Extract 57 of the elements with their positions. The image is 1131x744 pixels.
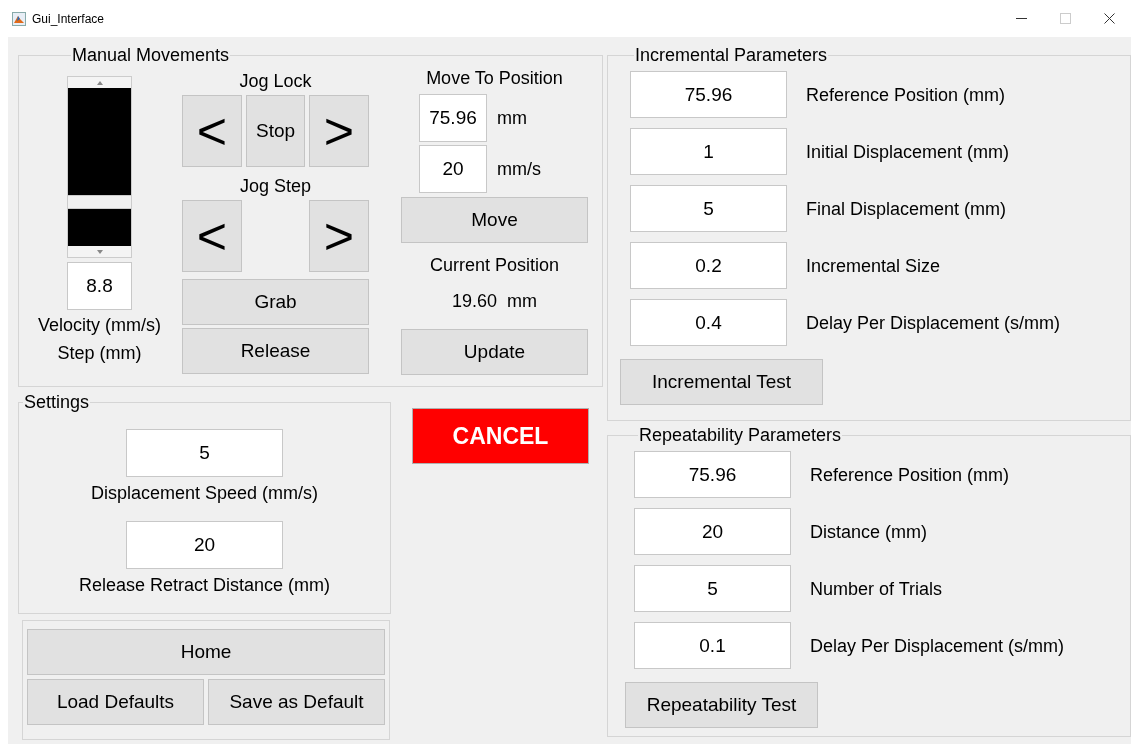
window-title: Gui_Interface <box>32 11 105 26</box>
field-label: Distance (mm) <box>810 520 927 544</box>
input-field[interactable]: 5 <box>630 185 787 232</box>
section-label: Jog Lock <box>239 70 312 93</box>
jog-button[interactable]: Stop <box>246 95 305 167</box>
input-field[interactable]: 75.96 <box>419 94 487 142</box>
load-defaults-button[interactable]: Load Defaults <box>27 679 204 725</box>
cancel-button[interactable]: CANCEL <box>412 408 589 464</box>
field-label: Displacement Speed (mm/s) <box>90 482 319 505</box>
move-button[interactable]: Move <box>401 197 588 243</box>
input-field[interactable]: 0.1 <box>634 622 791 669</box>
field-label: Delay Per Displacement (s/mm) <box>806 311 1061 335</box>
save-default-button[interactable]: Save as Default <box>208 679 385 725</box>
field-label: Final Displacement (mm) <box>806 197 1007 221</box>
field-label: Velocity (mm/s) <box>38 314 161 337</box>
unit-label: mm <box>497 107 527 130</box>
panel-title: Repeatability Parameters <box>638 425 843 446</box>
test-button[interactable]: Repeatability Test <box>625 682 818 728</box>
unit-label: mm/s <box>497 158 541 181</box>
home-button[interactable]: Home <box>27 629 385 675</box>
slider-thumb[interactable] <box>68 195 131 210</box>
update-button[interactable]: Update <box>401 329 588 375</box>
field-label: Number of Trials <box>810 577 943 601</box>
jog-button[interactable]: > <box>309 95 369 167</box>
field-label: Reference Position (mm) <box>810 463 1010 487</box>
field-label: Reference Position (mm) <box>806 83 1006 107</box>
panel-title: Incremental Parameters <box>634 45 829 66</box>
app-icon <box>12 11 26 26</box>
field-label: Incremental Size <box>806 254 941 278</box>
input-field[interactable]: 20 <box>419 145 487 193</box>
field-label: Step (mm) <box>57 342 142 365</box>
section-label: Current Position <box>429 254 560 277</box>
panel-title: Settings <box>23 392 91 413</box>
grab-button[interactable]: Grab <box>182 279 369 325</box>
panel-title: Manual Movements <box>71 45 231 66</box>
input-field[interactable]: 75.96 <box>634 451 791 498</box>
section-label: Jog Step <box>239 175 312 198</box>
field-label: Initial Displacement (mm) <box>806 140 1010 164</box>
jog-button[interactable]: > <box>309 200 369 272</box>
input-field[interactable]: 20 <box>634 508 791 555</box>
input-field[interactable]: 8.8 <box>67 262 132 310</box>
field-label: Delay Per Displacement (s/mm) <box>810 634 1065 658</box>
jog-button[interactable]: < <box>182 200 242 272</box>
input-field[interactable]: 0.2 <box>630 242 787 289</box>
jog-button[interactable]: < <box>182 95 242 167</box>
input-field[interactable]: 1 <box>630 128 787 175</box>
release-button[interactable]: Release <box>182 328 369 374</box>
input-field[interactable]: 5 <box>126 429 283 477</box>
input-field[interactable]: 0.4 <box>630 299 787 346</box>
input-field[interactable]: 20 <box>126 521 283 569</box>
vertical-slider[interactable] <box>67 76 132 258</box>
field-label: Release Retract Distance (mm) <box>78 574 331 597</box>
input-field[interactable]: 75.96 <box>630 71 787 118</box>
input-field[interactable]: 5 <box>634 565 791 612</box>
position-readout: 19.60 mm <box>451 290 537 313</box>
test-button[interactable]: Incremental Test <box>620 359 823 405</box>
section-label: Move To Position <box>426 67 563 90</box>
